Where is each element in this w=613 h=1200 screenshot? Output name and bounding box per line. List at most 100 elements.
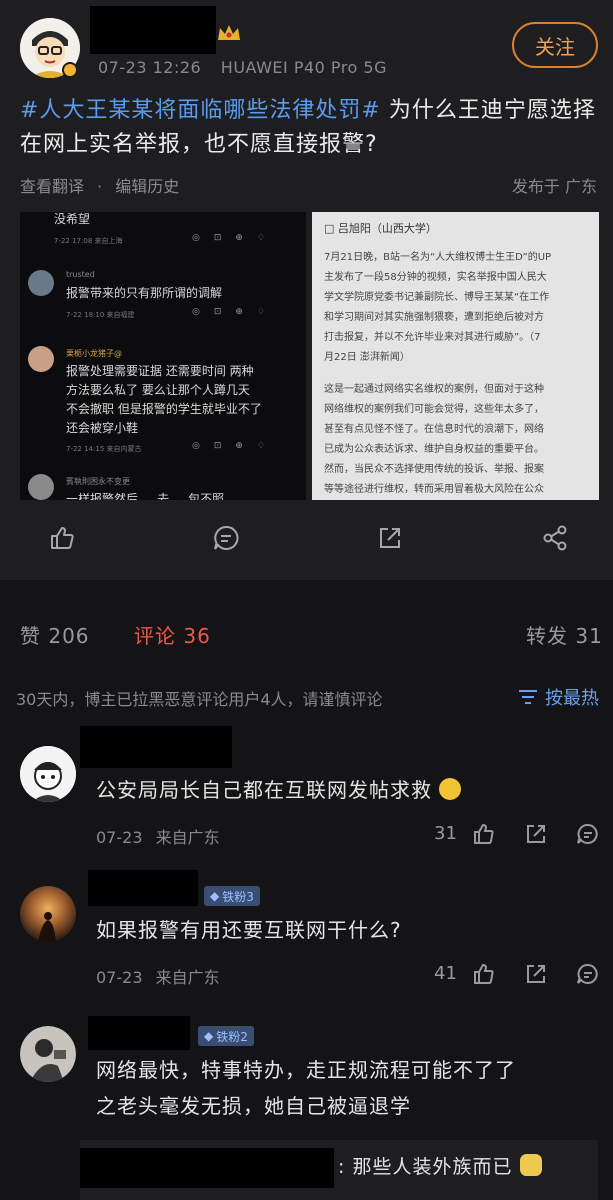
commenter-avatar[interactable] bbox=[20, 1026, 76, 1082]
fan-badge: ◆ 铁粉2 bbox=[198, 1026, 254, 1046]
img-comment-actions-icon: ◎⊡⊕♢ bbox=[192, 441, 280, 451]
emoji-smile-icon bbox=[439, 778, 462, 800]
comment-date: 07-23 bbox=[96, 828, 143, 847]
article-paragraph-1: 7月21日晚，B站一名为“人大维权博士生王D”的UP 主发布了一段58分钟的视频… bbox=[324, 248, 590, 368]
cat-emoji-icon bbox=[519, 1154, 542, 1176]
comment-meta: 07-23 来自广东 bbox=[96, 824, 220, 848]
tab-likes[interactable]: 赞 206 bbox=[20, 620, 90, 649]
img-comment-meta: 7-22 18:10 来自福建 bbox=[66, 311, 135, 319]
comment-like-count: 31 bbox=[434, 823, 457, 844]
img-comment-text: 方法要么私了 要么让那个人蹲几天 bbox=[66, 383, 250, 397]
share-out-icon bbox=[380, 528, 400, 548]
article-line: 等等途径进行维权，转而采用冒着极大风险在公众 bbox=[324, 484, 544, 495]
fan-badge-label: 铁粉3 bbox=[222, 889, 254, 904]
article-author: □ 吕旭阳（山西大学） bbox=[324, 222, 437, 235]
reply-body: : 那些人装外族而已 bbox=[338, 1156, 513, 1178]
comment-text: 公安局局长自己都在互联网发帖求救 bbox=[96, 772, 462, 808]
share-button[interactable] bbox=[370, 518, 410, 558]
article-paragraph-2: 这是一起通过网络实名维权的案例，但面对于这种 网络维权的案例我们可能会觉得，这些… bbox=[324, 380, 590, 500]
article-line: 打击报复，并以不允许毕业来对其进行威胁”。（7 bbox=[324, 332, 541, 343]
img-comment-text: 一样报警然后 ... 去 ... 包不照 bbox=[66, 492, 225, 500]
share-out-icon[interactable] bbox=[524, 822, 548, 846]
img-avatar bbox=[28, 270, 54, 296]
img-comment-text: 报警带来的只有那所谓的调解 bbox=[66, 286, 223, 300]
post-image-article[interactable]: □ 吕旭阳（山西大学） 7月21日晚，B站一名为“人大维权博士生王D”的UP 主… bbox=[312, 212, 599, 500]
post-image-comments[interactable]: 没希望 7-22 17:08 来自上海 ◎⊡⊕♢ trusted 报警带来的只有… bbox=[20, 212, 306, 500]
stats-bar: 赞 206 评论 36 转发 31 bbox=[0, 600, 613, 666]
comment-icon bbox=[214, 525, 239, 550]
redacted-username bbox=[80, 1148, 334, 1188]
tab-reposts[interactable]: 转发 31 bbox=[526, 620, 603, 649]
img-comment-name: 賓執則困永不变更 bbox=[66, 477, 130, 486]
img-comment-name: 栗栀小龙猪子@ bbox=[66, 349, 122, 358]
reply-preview-text: : 那些人装外族而已 bbox=[338, 1152, 542, 1179]
article-line: 已成为公众表达诉求、维护自身权益的重要平台。 bbox=[324, 444, 544, 455]
sort-hot-button[interactable]: 按最热 bbox=[517, 684, 599, 710]
comment-icon[interactable] bbox=[576, 962, 600, 986]
img-avatar bbox=[28, 346, 54, 372]
thumbs-up-icon bbox=[51, 527, 74, 549]
post-device: HUAWEI P40 Pro 5G bbox=[220, 58, 387, 77]
thumbs-up-icon[interactable] bbox=[472, 822, 496, 846]
tab-comments[interactable]: 评论 36 bbox=[134, 620, 211, 649]
comment-body: 公安局局长自己都在互联网发帖求救 bbox=[96, 778, 432, 802]
fan-badge-label: 铁粉2 bbox=[216, 1029, 248, 1044]
commenter-avatar[interactable] bbox=[20, 886, 76, 942]
post-location: 发布于 广东 bbox=[511, 177, 597, 196]
comment-location: 来自广东 bbox=[155, 968, 220, 987]
comment-body-line: 之老头毫发无损，她自己被逼退学 bbox=[96, 1094, 411, 1118]
comment-button[interactable] bbox=[206, 518, 246, 558]
post-sub-links: 查看翻译 · 编辑历史 bbox=[20, 177, 180, 196]
follow-button[interactable]: 关注 bbox=[512, 22, 598, 68]
hashtag-link[interactable]: #人大王某某将面临哪些法律处罚# bbox=[20, 98, 381, 123]
redacted-username bbox=[88, 1016, 190, 1050]
verified-badge-icon bbox=[62, 62, 78, 78]
comment-like-count: 41 bbox=[434, 963, 457, 984]
article-line: 这是一起通过网络实名维权的案例，但面对于这种 bbox=[324, 384, 544, 395]
share-out-icon[interactable] bbox=[524, 962, 548, 986]
comment-icon[interactable] bbox=[576, 822, 600, 846]
crown-icon bbox=[216, 22, 242, 49]
edit-history-link[interactable]: 编辑历史 bbox=[115, 177, 179, 196]
redacted-username bbox=[90, 6, 216, 54]
comment-text: 网络最快，特事特办，走正规流程可能不了了 之老头毫发无损，她自己被逼退学 bbox=[96, 1052, 516, 1124]
comment-location: 来自广东 bbox=[155, 828, 220, 847]
sort-icon bbox=[519, 690, 537, 704]
post-text: #人大王某某将面临哪些法律处罚# 为什么王迪宁愿选择在网上实名举报，也不愿直接报… bbox=[20, 94, 600, 162]
img-comment-meta: 7-22 17:08 来自上海 bbox=[54, 237, 123, 245]
post-card: 关注 07-23 12:26 HUAWEI P40 Pro 5G #人大王某某将… bbox=[0, 0, 613, 580]
article-line: 7月21日晚，B站一名为“人大维权博士生王D”的UP bbox=[324, 252, 552, 263]
img-comment-text: 还会被穿小鞋 bbox=[66, 421, 139, 435]
diamond-icon: ◆ bbox=[210, 889, 220, 903]
img-comment-meta: 7-22 14:15 来自内蒙古 bbox=[66, 445, 142, 453]
article-line: 和学习期间对其实施强制猥亵，遭到拒绝后被对方 bbox=[324, 312, 544, 323]
comment-body-line: 网络最快，特事特办，走正规流程可能不了了 bbox=[96, 1058, 516, 1082]
share-nodes-icon bbox=[543, 525, 567, 551]
article-line: 学文学院原党委书记兼副院长、博导王某某“在工作 bbox=[324, 292, 550, 303]
post-time: 07-23 12:26 bbox=[98, 58, 202, 77]
article-line: 甚至有点见怪不怪了。在信息时代的浪潮下，网络 bbox=[324, 424, 544, 435]
thumbs-up-icon[interactable] bbox=[472, 962, 496, 986]
img-comment-text: 没希望 bbox=[54, 212, 91, 226]
view-translation-link[interactable]: 查看翻译 bbox=[20, 177, 84, 196]
comment-notice: 30天内，博主已拉黑恶意评论用户4人，请谨慎评论 bbox=[16, 690, 383, 709]
diamond-icon: ◆ bbox=[204, 1029, 214, 1043]
commenter-avatar[interactable] bbox=[20, 746, 76, 802]
post-meta: 07-23 12:26 HUAWEI P40 Pro 5G bbox=[98, 58, 401, 77]
img-comment-text: 不会撤职 但是报警的学生就毕业不了 bbox=[66, 402, 262, 416]
redacted-username bbox=[88, 870, 198, 906]
img-comment-text: 报警处理需要证据 还需要时间 两种 bbox=[66, 364, 254, 378]
article-line: 月22日 澎湃新闻） bbox=[324, 352, 410, 363]
more-share-button[interactable] bbox=[535, 518, 575, 558]
like-button[interactable] bbox=[42, 518, 82, 558]
article-line: 主发布了一段58分钟的视频，实名举报中国人民大 bbox=[324, 272, 547, 283]
sort-label: 按最热 bbox=[545, 688, 599, 709]
img-comment-actions-icon: ◎⊡⊕♢ bbox=[192, 307, 280, 317]
img-comment-actions-icon: ◎⊡⊕♢ bbox=[192, 233, 280, 243]
article-line: 网络维权的案例我们可能会觉得，这些年太多了， bbox=[324, 404, 544, 415]
img-avatar bbox=[28, 474, 54, 500]
comment-date: 07-23 bbox=[96, 968, 143, 987]
redacted-username bbox=[80, 726, 232, 768]
post-action-bar bbox=[0, 518, 613, 562]
fan-badge: ◆ 铁粉3 bbox=[204, 886, 260, 906]
